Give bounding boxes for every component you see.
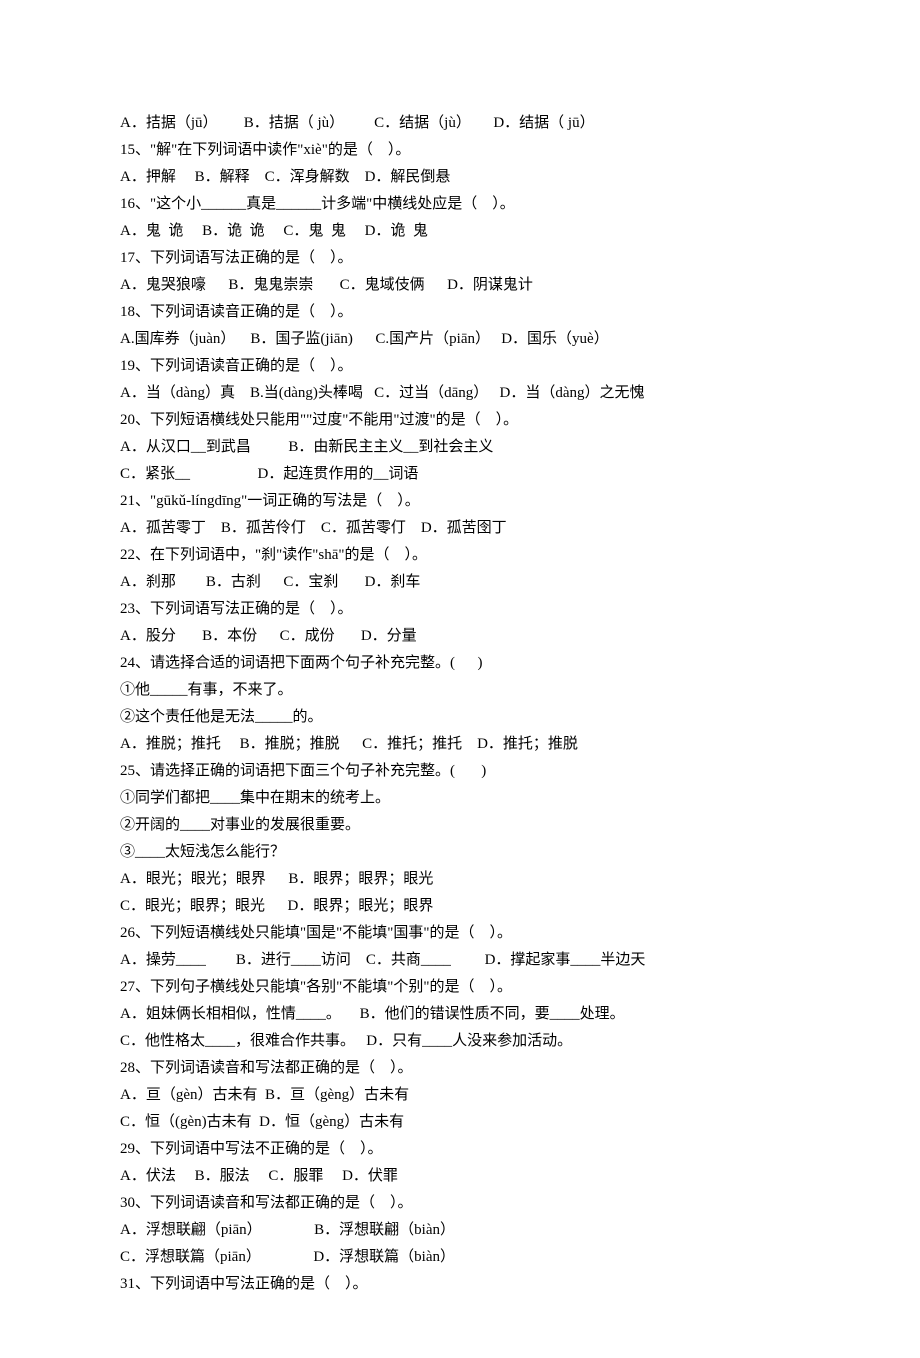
text-line: 20、下列短语横线处只能用""过度"不能用"过渡"的是（ ）。 (120, 407, 800, 434)
text-line: A．押解 B．解释 C．浑身解数 D．解民倒悬 (120, 164, 800, 191)
text-line: A．当（dàng）真 B.当(dàng)头棒喝 C．过当（dāng） D．当（d… (120, 380, 800, 407)
text-line: A.国库券（juàn） B．国子监(jiān) C.国产片（piān） D．国乐… (120, 326, 800, 353)
text-line: 23、下列词语写法正确的是（ ）。 (120, 596, 800, 623)
text-line: 26、下列短语横线处只能填"国是"不能填"国事"的是（ ）。 (120, 920, 800, 947)
text-line: A．操劳____ B．进行____访问 C．共商____ D．撑起家事____半… (120, 947, 800, 974)
text-line: 30、下列词语读音和写法都正确的是（ ）。 (120, 1190, 800, 1217)
text-line: ②这个责任他是无法_____的。 (120, 704, 800, 731)
text-line: ①同学们都把____集中在期末的统考上。 (120, 785, 800, 812)
text-line: 21、"gūkǔ-língdīng"一词正确的写法是（ ）。 (120, 488, 800, 515)
text-line: C．紧张__ D．起连贯作用的__词语 (120, 461, 800, 488)
text-line: A．姐妹俩长相相似，性情____。 B．他们的错误性质不同，要____处理。 (120, 1001, 800, 1028)
text-line: 16、"这个小______真是______计多端"中横线处应是（ ）。 (120, 191, 800, 218)
text-line: 27、下列句子横线处只能填"各别"不能填"个别"的是（ ）。 (120, 974, 800, 1001)
text-line: C．恒（(gèn)古未有 D．恒（gèng）古未有 (120, 1109, 800, 1136)
text-line: 18、下列词语读音正确的是（ ）。 (120, 299, 800, 326)
text-line: 17、下列词语写法正确的是（ ）。 (120, 245, 800, 272)
text-line: A．股分 B．本份 C．成份 D．分量 (120, 623, 800, 650)
text-line: 19、下列词语读音正确的是（ ）。 (120, 353, 800, 380)
text-line: 25、请选择正确的词语把下面三个句子补充完整。( ) (120, 758, 800, 785)
text-line: ③____太短浅怎么能行？ (120, 839, 800, 866)
text-line: A．眼光；眼光；眼界 B．眼界；眼界；眼光 (120, 866, 800, 893)
text-line: C．浮想联篇（piān） D．浮想联篇（biàn） (120, 1244, 800, 1271)
text-line: 31、下列词语中写法正确的是（ ）。 (120, 1271, 800, 1298)
text-line: 15、"解"在下列词语中读作"xiè"的是（ ）。 (120, 137, 800, 164)
text-line: A．从汉口__到武昌 B．由新民主主义__到社会主义 (120, 434, 800, 461)
text-line: 29、下列词语中写法不正确的是（ ）。 (120, 1136, 800, 1163)
text-line: C．他性格太____，很难合作共事。 D．只有____人没来参加活动。 (120, 1028, 800, 1055)
text-line: C．眼光；眼界；眼光 D．眼界；眼光；眼界 (120, 893, 800, 920)
text-line: 28、下列词语读音和写法都正确的是（ ）。 (120, 1055, 800, 1082)
text-line: A．浮想联翩（piān） B．浮想联翩（biàn） (120, 1217, 800, 1244)
text-line: A．鬼 诡 B．诡 诡 C．鬼 鬼 D．诡 鬼 (120, 218, 800, 245)
text-line: A．刹那 B．古刹 C．宝刹 D．刹车 (120, 569, 800, 596)
text-line: A．鬼哭狼嚎 B．鬼鬼崇崇 C．鬼域伎俩 D．阴谋鬼计 (120, 272, 800, 299)
text-line: A．亘（gèn）古未有 B．亘（gèng）古未有 (120, 1082, 800, 1109)
text-line: A．伏法 B．服法 C．服罪 D．伏罪 (120, 1163, 800, 1190)
document-page: A．拮据（jū） B．拮据（ jù） C．结据（jù） D．结据（ jū） 15… (0, 0, 920, 1358)
text-line: ②开阔的____对事业的发展很重要。 (120, 812, 800, 839)
text-line: 24、请选择合适的词语把下面两个句子补充完整。( ) (120, 650, 800, 677)
text-line: A．拮据（jū） B．拮据（ jù） C．结据（jù） D．结据（ jū） (120, 110, 800, 137)
text-line: A．推脱；推托 B．推脱；推脱 C．推托；推托 D．推托；推脱 (120, 731, 800, 758)
text-line: 22、在下列词语中，"刹"读作"shā"的是（ ）。 (120, 542, 800, 569)
text-line: ①他_____有事，不来了。 (120, 677, 800, 704)
text-line: A．孤苦零丁 B．孤苦伶仃 C．孤苦零仃 D．孤苦囹丁 (120, 515, 800, 542)
